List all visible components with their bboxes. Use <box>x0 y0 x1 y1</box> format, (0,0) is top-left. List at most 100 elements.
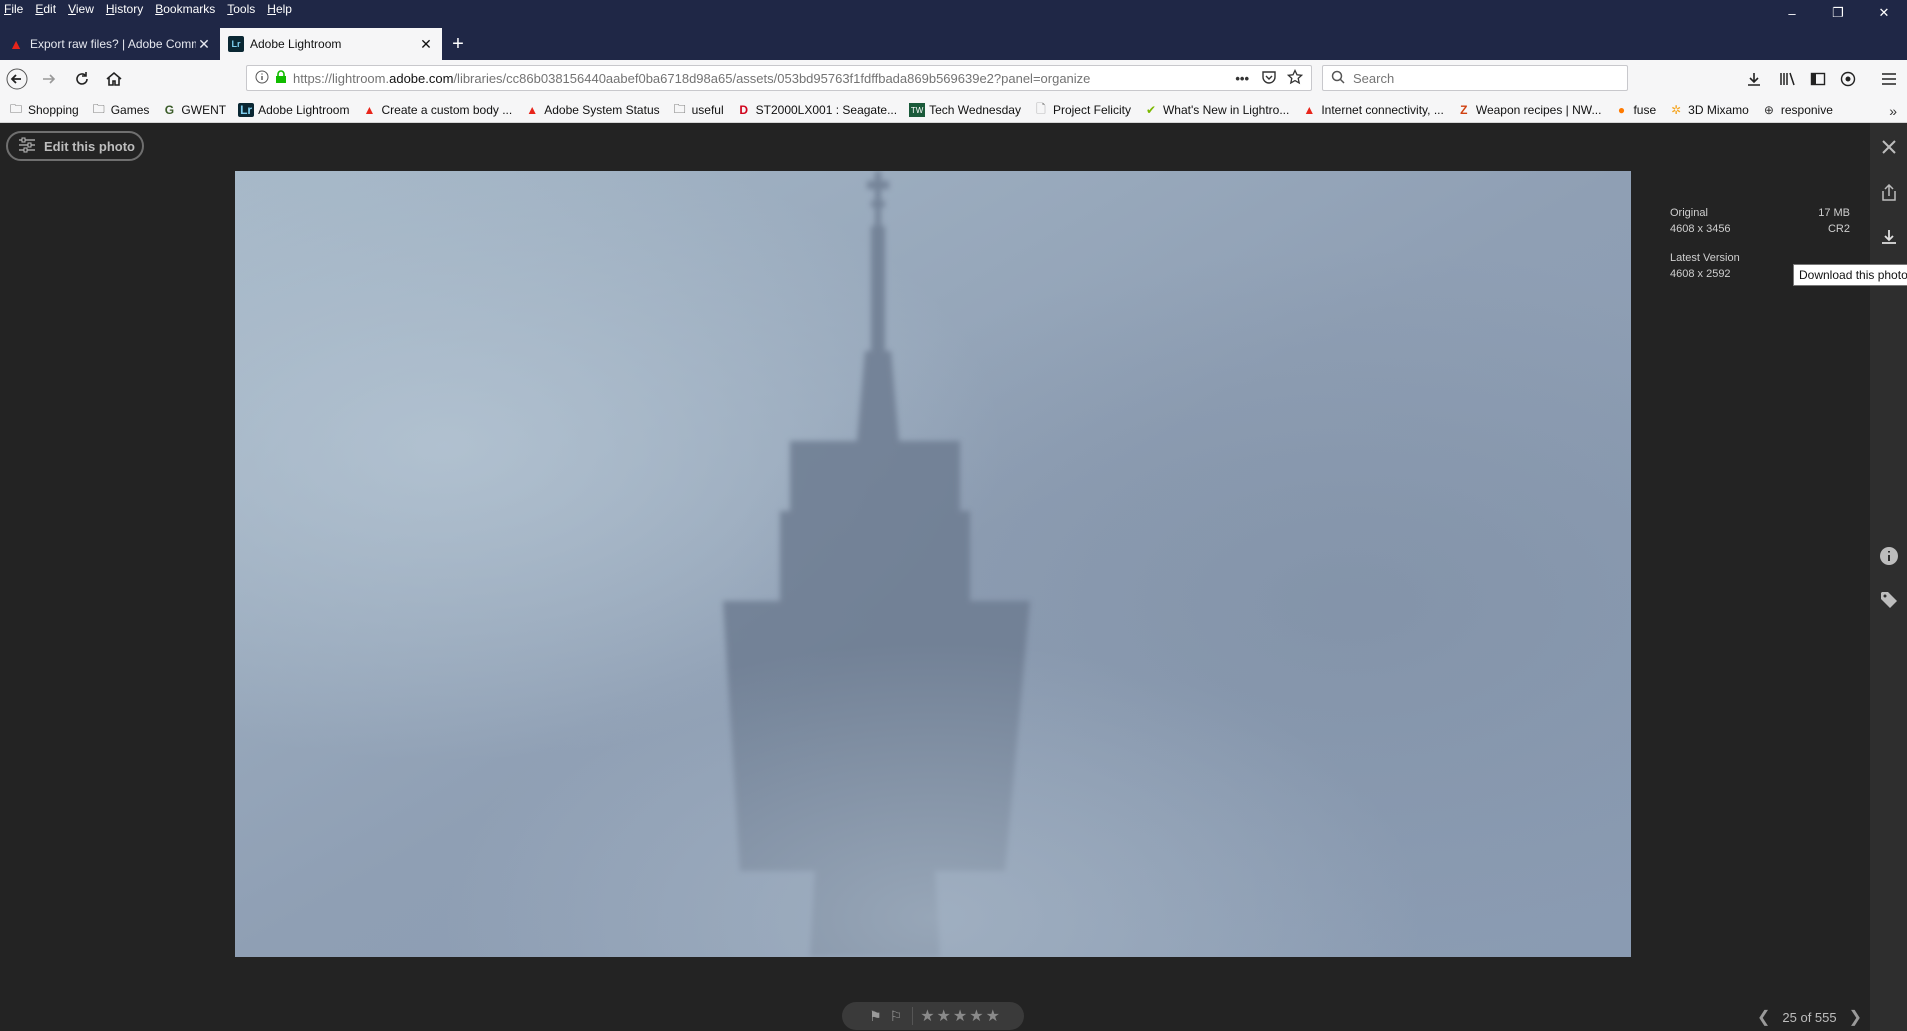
info-icon[interactable] <box>255 70 269 87</box>
star-icon[interactable]: ★ <box>969 1008 983 1025</box>
bookmark-fuse[interactable]: ● fuse <box>1613 103 1656 117</box>
bookmark-gwent[interactable]: G GWENT <box>161 103 226 117</box>
adobe-icon: ▲ <box>1303 103 1316 117</box>
latest-version-label: Latest Version <box>1670 252 1740 264</box>
pick-flag-icon[interactable]: ⚑ <box>869 1008 882 1025</box>
star-rating: ★ ★ ★ ★ ★ <box>919 1006 1001 1026</box>
bookmark-responive[interactable]: ⊕ responive <box>1761 103 1833 117</box>
close-tab-icon[interactable]: ✕ <box>196 36 212 53</box>
gwent-icon: G <box>164 103 175 117</box>
info-button[interactable] <box>1870 538 1907 574</box>
forward-arrow-icon <box>43 74 56 84</box>
search-icon <box>1331 70 1345 87</box>
lock-icon[interactable] <box>275 69 287 87</box>
download-photo-button[interactable] <box>1870 219 1907 255</box>
bookmark-adobe-system-status[interactable]: ▲ Adobe System Status <box>524 103 659 117</box>
library-icon <box>1780 72 1795 86</box>
bookmark-3d-mixamo[interactable]: ✲ 3D Mixamo <box>1668 103 1749 117</box>
restore-button[interactable]: ❐ <box>1815 0 1861 26</box>
keywords-button[interactable] <box>1870 582 1907 618</box>
pocket-icon[interactable] <box>1261 69 1277 88</box>
menu-history[interactable]: History <box>106 0 143 18</box>
hamburger-icon <box>1882 73 1896 85</box>
star-icon[interactable]: ★ <box>937 1008 951 1025</box>
back-button[interactable] <box>3 66 31 92</box>
page-actions-icon[interactable]: ••• <box>1235 71 1249 86</box>
sliders-icon <box>18 137 36 156</box>
share-button[interactable] <box>1870 175 1907 211</box>
photo-pager: ❮ 25 of 555 ❯ <box>1745 1007 1874 1027</box>
bookmark-star-icon[interactable] <box>1286 68 1304 88</box>
menu-bookmarks[interactable]: Bookmarks <box>155 0 215 18</box>
folder-icon: 🗀 <box>673 101 686 116</box>
reload-icon <box>76 72 88 85</box>
downloads-button[interactable] <box>1740 66 1768 92</box>
bookmark-adobe-lightroom[interactable]: Lr Adobe Lightroom <box>238 103 349 117</box>
next-photo-icon[interactable]: ❯ <box>1849 1007 1862 1027</box>
back-arrow-icon <box>6 68 28 90</box>
edit-photo-button[interactable]: Edit this photo <box>6 131 144 161</box>
photo-viewer[interactable] <box>235 171 1631 957</box>
bookmark-weapon-recipes[interactable]: Z Weapon recipes | NW... <box>1456 103 1601 117</box>
library-button[interactable] <box>1774 66 1802 92</box>
minimize-button[interactable]: – <box>1769 0 1815 26</box>
bookmark-seagate[interactable]: D ST2000LX001 : Seagate... <box>736 103 897 117</box>
close-viewer-button[interactable] <box>1870 129 1907 165</box>
original-format: CR2 <box>1827 223 1850 235</box>
tab-strip: ▲ Export raw files? | Adobe Community ✕ … <box>0 28 474 60</box>
bookmark-useful[interactable]: 🗀 useful <box>672 101 724 118</box>
share-icon <box>1881 184 1896 201</box>
reject-flag-icon[interactable]: ⚐ <box>890 1008 903 1025</box>
flag-rating-bar: ⚑ ⚐ ★ ★ ★ ★ ★ <box>842 1002 1024 1030</box>
close-tab-icon[interactable]: ✕ <box>418 36 434 53</box>
bookmark-tech-wednesday[interactable]: TW Tech Wednesday <box>909 103 1021 117</box>
bookmarks-overflow-icon[interactable]: » <box>1889 98 1897 123</box>
star-icon[interactable]: ★ <box>986 1008 1000 1025</box>
menu-tools[interactable]: Tools <box>227 0 255 18</box>
forward-button[interactable] <box>35 66 63 92</box>
extension-button[interactable] <box>1834 66 1862 92</box>
menu-edit[interactable]: Edit <box>35 0 56 18</box>
bookmark-games[interactable]: 🗀 Games <box>91 102 150 118</box>
tab-adobe-community[interactable]: ▲ Export raw files? | Adobe Community ✕ <box>0 28 220 60</box>
previous-photo-icon[interactable]: ❮ <box>1757 1007 1770 1027</box>
bookmark-whats-new-lightroom[interactable]: ✔ What's New in Lightro... <box>1143 103 1289 117</box>
menu-file[interactable]: File <box>4 0 23 18</box>
home-button[interactable] <box>100 66 128 92</box>
download-tooltip: Download this photo <box>1793 264 1907 286</box>
mixamo-icon: ✲ <box>1671 103 1682 117</box>
foggy-tower-photo <box>235 171 1631 957</box>
right-toolbar <box>1870 123 1907 1031</box>
menu-bar: File Edit View History Bookmarks Tools H… <box>0 0 300 18</box>
latest-version-dimensions: 4608 x 2592 <box>1670 268 1731 280</box>
menu-help[interactable]: Help <box>267 0 292 18</box>
url-text[interactable]: https://lightroom.adobe.com/libraries/cc… <box>293 71 1229 86</box>
z-icon: Z <box>1460 103 1468 117</box>
sidebar-button[interactable] <box>1804 66 1832 92</box>
seagate-icon: D <box>739 103 748 117</box>
search-box[interactable] <box>1322 65 1628 91</box>
bookmark-shopping[interactable]: 🗀 Shopping <box>8 102 79 118</box>
navigation-toolbar: https://lightroom.adobe.com/libraries/cc… <box>0 60 1907 99</box>
adobe-icon: ▲ <box>363 103 376 117</box>
address-bar[interactable]: https://lightroom.adobe.com/libraries/cc… <box>246 65 1312 91</box>
star-icon[interactable]: ★ <box>920 1008 934 1025</box>
menu-button[interactable] <box>1875 66 1903 92</box>
bookmark-internet-connectivity[interactable]: ▲ Internet connectivity, ... <box>1301 103 1443 117</box>
search-input[interactable] <box>1351 69 1627 87</box>
bookmark-project-felicity[interactable]: 🗋 Project Felicity <box>1033 102 1131 118</box>
menu-view[interactable]: View <box>68 0 94 18</box>
divider <box>912 1007 914 1025</box>
tab-title: Adobe Lightroom <box>250 37 342 51</box>
tab-adobe-lightroom[interactable]: Lr Adobe Lightroom ✕ <box>220 28 442 60</box>
lightroom-icon: Lr <box>228 36 244 52</box>
bookmark-create-custom-body[interactable]: ▲ Create a custom body ... <box>361 103 513 117</box>
tab-title: Export raw files? | Adobe Community <box>30 37 196 51</box>
pager-count: 25 of 555 <box>1782 1009 1837 1025</box>
home-icon <box>106 71 122 86</box>
new-tab-button[interactable]: + <box>442 28 474 60</box>
reload-button[interactable] <box>68 66 96 92</box>
star-icon[interactable]: ★ <box>953 1008 967 1025</box>
close-window-button[interactable]: ✕ <box>1861 0 1907 26</box>
adobe-icon: ▲ <box>526 103 539 117</box>
